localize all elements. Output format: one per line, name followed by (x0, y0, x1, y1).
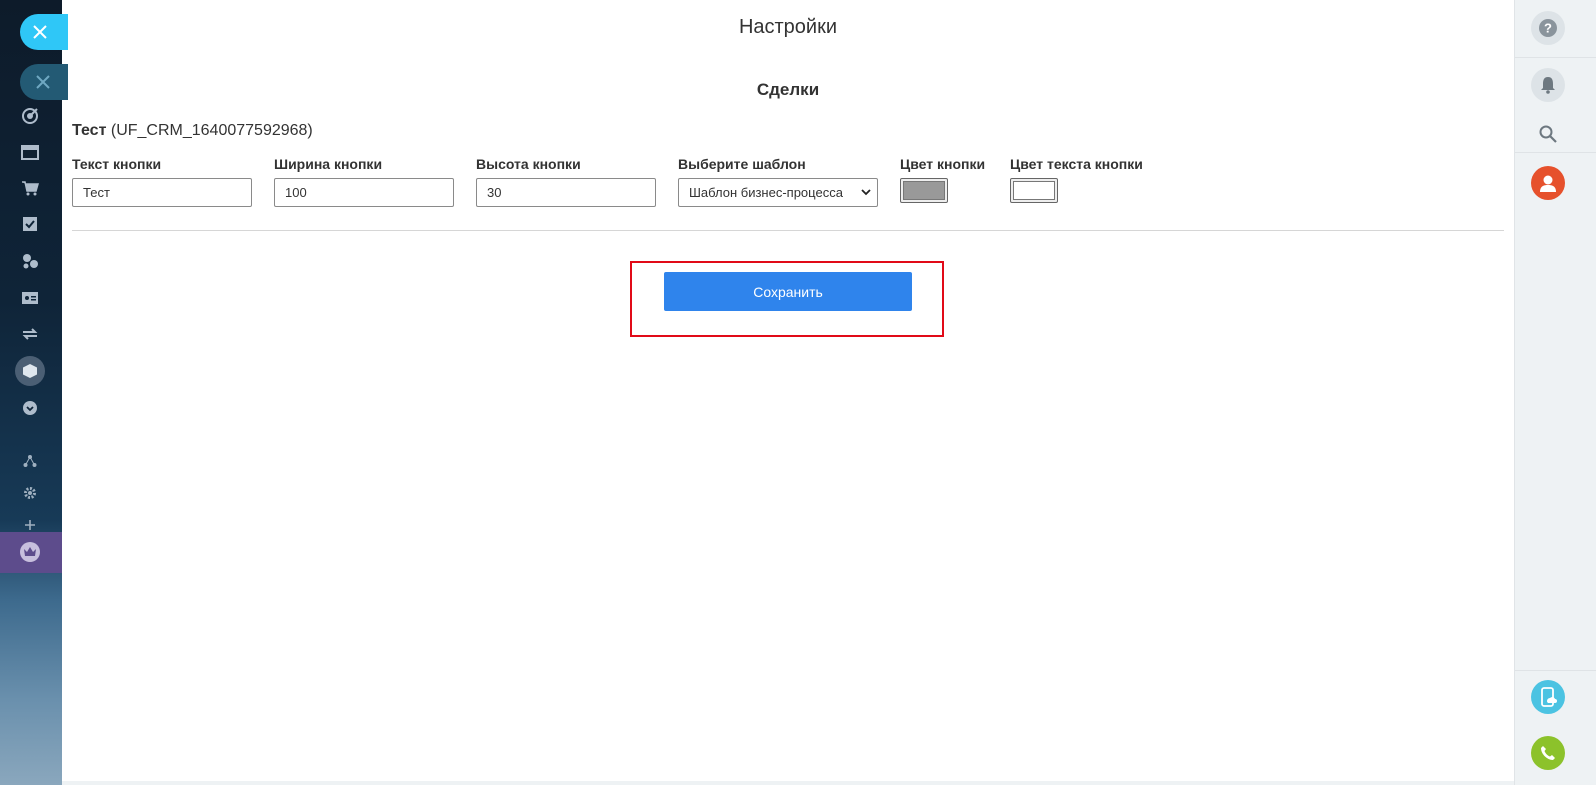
notifications-button[interactable] (1531, 68, 1565, 102)
box-icon[interactable] (15, 356, 45, 386)
button-width-group: Ширина кнопки (274, 156, 454, 207)
user-avatar-icon (1540, 175, 1556, 192)
tasks-icon[interactable] (19, 213, 41, 235)
button-text-color-group: Цвет текста кнопки (1010, 156, 1143, 203)
chevron-down-icon (861, 189, 871, 196)
field-title: Тест (UF_CRM_1640077592968) (72, 122, 313, 140)
phone-icon (1541, 746, 1555, 760)
search-icon (1539, 125, 1557, 143)
search-button[interactable] (1531, 117, 1565, 151)
divider (72, 230, 1504, 231)
button-text-group: Текст кнопки (72, 156, 252, 207)
button-color-group: Цвет кнопки (900, 156, 985, 203)
gear-icon[interactable] (19, 482, 41, 504)
button-text-color-picker[interactable] (1010, 178, 1058, 203)
save-button[interactable]: Сохранить (664, 272, 912, 311)
cloud-phone-icon (1541, 687, 1557, 707)
section-title: Сделки (756, 80, 820, 99)
sync-icon[interactable] (19, 323, 41, 345)
template-select[interactable]: Шаблон бизнес-процесса (678, 178, 878, 207)
button-height-group: Высота кнопки (476, 156, 656, 207)
separator (1515, 670, 1596, 671)
button-color-label: Цвет кнопки (900, 156, 986, 172)
phone-button[interactable] (1531, 736, 1565, 770)
right-sidebar: ? (1514, 0, 1596, 785)
help-icon: ? (1539, 19, 1557, 37)
field-code: (UF_CRM_1640077592968) (110, 122, 313, 139)
collapsed-tab[interactable] (20, 64, 68, 100)
close-slider-button[interactable] (20, 14, 68, 50)
contact-card-icon[interactable] (19, 287, 41, 309)
bell-icon (1541, 77, 1555, 94)
button-height-label: Высота кнопки (476, 156, 581, 172)
left-sidebar (0, 0, 68, 785)
button-width-label: Ширина кнопки (274, 156, 383, 172)
button-width-input[interactable] (274, 178, 454, 207)
button-text-color-fill (1013, 181, 1055, 200)
crown-icon[interactable] (19, 541, 41, 563)
page-title: Настройки (738, 16, 838, 38)
sitemap-icon[interactable] (19, 450, 41, 472)
cart-icon[interactable] (19, 177, 41, 199)
button-text-label: Текст кнопки (72, 156, 162, 172)
separator (1515, 152, 1596, 153)
button-height-input[interactable] (476, 178, 656, 207)
template-group: Выберите шаблон Шаблон бизнес-процесса (678, 156, 878, 207)
cloud-phone-button[interactable] (1531, 680, 1565, 714)
separator (1515, 57, 1596, 58)
template-selected-value: Шаблон бизнес-процесса (689, 185, 843, 200)
help-button[interactable]: ? (1531, 11, 1565, 45)
svg-text:?: ? (1544, 21, 1552, 36)
template-label: Выберите шаблон (678, 156, 806, 172)
button-color-fill (903, 181, 945, 200)
button-text-color-label: Цвет текста кнопки (1010, 156, 1143, 172)
chevron-down-icon[interactable] (19, 397, 41, 419)
target-icon[interactable] (19, 105, 41, 127)
user-avatar[interactable] (1531, 166, 1565, 200)
close-icon (33, 25, 47, 39)
button-text-input[interactable] (72, 178, 252, 207)
calendar-icon[interactable] (19, 141, 41, 163)
crm-icon[interactable] (19, 250, 41, 272)
button-color-picker[interactable] (900, 178, 948, 203)
settings-panel: Настройки Сделки Тест (UF_CRM_1640077592… (62, 0, 1514, 781)
field-name: Тест (72, 122, 107, 139)
